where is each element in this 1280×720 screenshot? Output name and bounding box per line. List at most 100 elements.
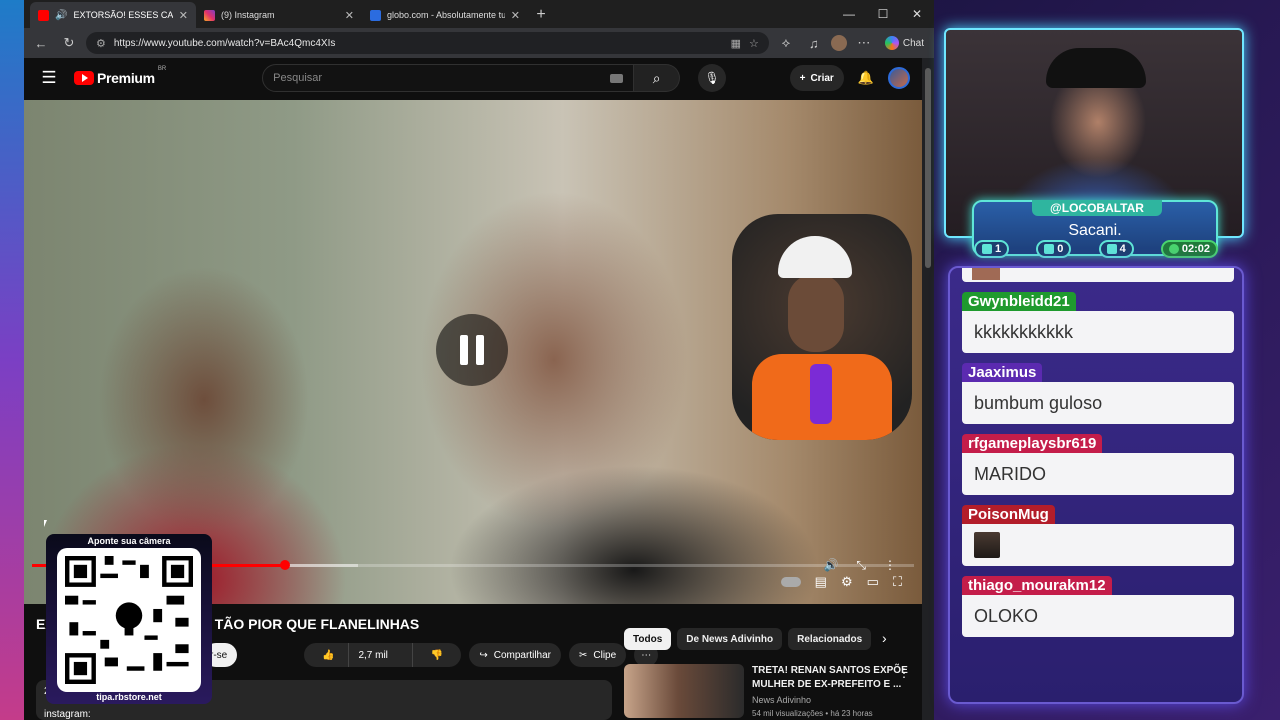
chip-all[interactable]: Todos bbox=[624, 628, 672, 650]
address-bar: ← ↻ ⚙ https://www.youtube.com/watch?v=BA… bbox=[24, 28, 934, 58]
youtube-header: ☰ Premium BR Pesquisar ⌕ 🎙 + Criar 🔔 bbox=[24, 58, 922, 98]
extensions-icon[interactable]: ⟡ bbox=[775, 32, 797, 54]
url-field[interactable]: ⚙ https://www.youtube.com/watch?v=BAc4Qm… bbox=[86, 32, 769, 54]
close-window-button[interactable]: ✕ bbox=[900, 0, 934, 28]
settings-gear-icon[interactable]: ⚙ bbox=[841, 574, 853, 590]
like-button[interactable]: 👍 2,7 mil bbox=[304, 643, 406, 667]
chat-count-badge: 1 bbox=[974, 240, 1010, 258]
dislike-button[interactable]: 👎 bbox=[411, 643, 461, 667]
streamer-name: Sacani. bbox=[1068, 222, 1122, 239]
share-button[interactable]: ↪ Compartilhar bbox=[469, 643, 561, 667]
bell-icon[interactable]: 🔔 bbox=[858, 70, 874, 86]
search-button[interactable]: ⌕ bbox=[634, 64, 681, 92]
media-icon[interactable]: ♫ bbox=[803, 32, 825, 54]
description-line: instagram: bbox=[44, 709, 91, 720]
page-scrollbar[interactable] bbox=[922, 58, 934, 720]
timer: 02:02 bbox=[1181, 243, 1210, 255]
tab-title: (9) Instagram bbox=[221, 10, 275, 20]
star-icon[interactable]: ☆ bbox=[749, 37, 759, 50]
chat-username: PoisonMug bbox=[962, 505, 1055, 524]
region-code: BR bbox=[157, 66, 167, 72]
chevron-right-icon[interactable]: › bbox=[882, 630, 887, 646]
tab-title: globo.com - Absolutamente tudo bbox=[387, 10, 505, 20]
tab-youtube[interactable]: 🔊 EXTORSÃO! ESSES CARAS TÃO ✕ bbox=[30, 2, 196, 28]
hamburger-menu-icon[interactable]: ☰ bbox=[36, 68, 62, 88]
qr-header: Aponte sua câmera bbox=[87, 536, 171, 546]
new-tab-button[interactable]: + bbox=[528, 2, 554, 28]
back-button[interactable]: ← bbox=[30, 32, 52, 54]
related-channel[interactable]: News Adivinho bbox=[752, 695, 914, 705]
voice-search-button[interactable]: 🎙 bbox=[698, 64, 727, 92]
subtitles-icon[interactable]: ▤ bbox=[815, 574, 827, 590]
youtube-icon bbox=[1044, 244, 1055, 254]
minimize-button[interactable]: — bbox=[832, 0, 866, 28]
fullscreen-icon[interactable]: ⛶ bbox=[893, 574, 902, 590]
close-icon[interactable]: ✕ bbox=[179, 9, 188, 22]
related-text: TRETA! RENAN SANTOS EXPÕE MULHER DE EX-P… bbox=[752, 664, 914, 718]
chat-text: bumbum guloso bbox=[962, 382, 1234, 424]
plus-icon: + bbox=[799, 72, 806, 84]
chat-count: 1 bbox=[995, 243, 1002, 255]
speaker-icon[interactable]: 🔊 bbox=[55, 10, 67, 21]
copilot-chat-button[interactable]: Chat bbox=[881, 36, 928, 50]
chat-label: Chat bbox=[902, 37, 924, 49]
youtube-count: 0 bbox=[1057, 243, 1064, 255]
search-icon: ⌕ bbox=[652, 69, 661, 86]
theater-mode-icon[interactable]: ▭ bbox=[867, 574, 879, 590]
twitch-count-badge: 4 bbox=[1098, 240, 1134, 258]
menu-icon[interactable]: ⋯ bbox=[853, 32, 875, 54]
twitch-count: 4 bbox=[1119, 243, 1126, 255]
chat-message: Gwynbleidd21 kkkkkkkkkkk bbox=[962, 292, 1234, 353]
qr-code-image bbox=[65, 556, 193, 684]
thumbs-down-icon: 👎 bbox=[430, 649, 444, 661]
scrollbar-thumb[interactable] bbox=[925, 68, 931, 268]
streamer-hair bbox=[1046, 48, 1146, 88]
clip-button[interactable]: ✂ Clipe bbox=[569, 643, 627, 667]
chat-emote-body bbox=[962, 524, 1234, 566]
profile-avatar[interactable] bbox=[830, 35, 847, 51]
related-video-item[interactable]: TRETA! RENAN SANTOS EXPÕE MULHER DE EX-P… bbox=[624, 664, 914, 718]
related-filter-chips: Todos De News Adivinho Relacionados bbox=[624, 628, 872, 650]
youtube-logo[interactable]: Premium BR bbox=[74, 66, 166, 86]
chat-text: MARIDO bbox=[962, 453, 1234, 495]
guest-webcam-overlay bbox=[732, 214, 912, 440]
close-icon[interactable]: ✕ bbox=[345, 9, 354, 22]
reload-button[interactable]: ↻ bbox=[58, 32, 80, 54]
related-title[interactable]: TRETA! RENAN SANTOS EXPÕE MULHER DE EX-P… bbox=[752, 664, 914, 692]
chat-username: thiago_mourakm12 bbox=[962, 576, 1112, 595]
volume-icon[interactable]: 🔊 bbox=[823, 558, 838, 573]
tab-globo[interactable]: globo.com - Absolutamente tudo ✕ bbox=[362, 2, 528, 28]
scrubber-handle[interactable] bbox=[280, 560, 291, 570]
tab-instagram[interactable]: (9) Instagram ✕ bbox=[196, 2, 362, 28]
autoplay-toggle[interactable] bbox=[780, 577, 801, 587]
share-label: Compartilhar bbox=[493, 649, 551, 661]
related-thumbnail[interactable] bbox=[624, 664, 744, 718]
chat-message: Jaaximus bumbum guloso bbox=[962, 363, 1234, 424]
stream-stats: 1 0 4 02:02 bbox=[974, 240, 1218, 258]
globo-icon bbox=[370, 9, 381, 21]
create-button[interactable]: + Criar bbox=[789, 65, 844, 91]
chat-panel: Gwynbleidd21 kkkkkkkkkkk Jaaximus bumbum… bbox=[948, 266, 1244, 704]
more-options-icon[interactable]: ⋮ bbox=[884, 558, 896, 573]
scissors-icon: ✂ bbox=[579, 649, 588, 661]
site-info-icon[interactable]: ⚙ bbox=[96, 37, 106, 50]
video-player[interactable]: 🔊 ⤡ ⋮ ▤ ⚙ ▭ ⛶ bbox=[24, 100, 922, 604]
video-actions: 👍 2,7 mil 👎 ↪ Compartilhar ✂ Clipe ⋯ bbox=[304, 643, 659, 667]
maximize-button[interactable]: ☐ bbox=[866, 0, 900, 28]
chip-related[interactable]: Relacionados bbox=[788, 628, 872, 650]
search-placeholder: Pesquisar bbox=[273, 72, 323, 84]
user-avatar[interactable] bbox=[888, 67, 910, 89]
chat-icon bbox=[982, 244, 992, 254]
qr-code bbox=[57, 548, 201, 692]
miniplayer-icon[interactable]: ⤡ bbox=[856, 558, 866, 573]
chat-message: thiago_mourakm12 OLOKO bbox=[962, 576, 1234, 637]
pause-button[interactable] bbox=[436, 314, 508, 386]
keyboard-icon[interactable] bbox=[610, 73, 624, 83]
more-vert-icon[interactable]: ⋮ bbox=[898, 666, 910, 680]
close-icon[interactable]: ✕ bbox=[511, 9, 520, 22]
search-input[interactable]: Pesquisar bbox=[262, 64, 635, 92]
chip-channel[interactable]: De News Adivinho bbox=[677, 628, 783, 650]
chat-message: rfgameplaysbr619 MARIDO bbox=[962, 434, 1234, 495]
apps-icon[interactable]: ▦ bbox=[731, 37, 741, 50]
share-icon: ↪ bbox=[479, 649, 488, 661]
